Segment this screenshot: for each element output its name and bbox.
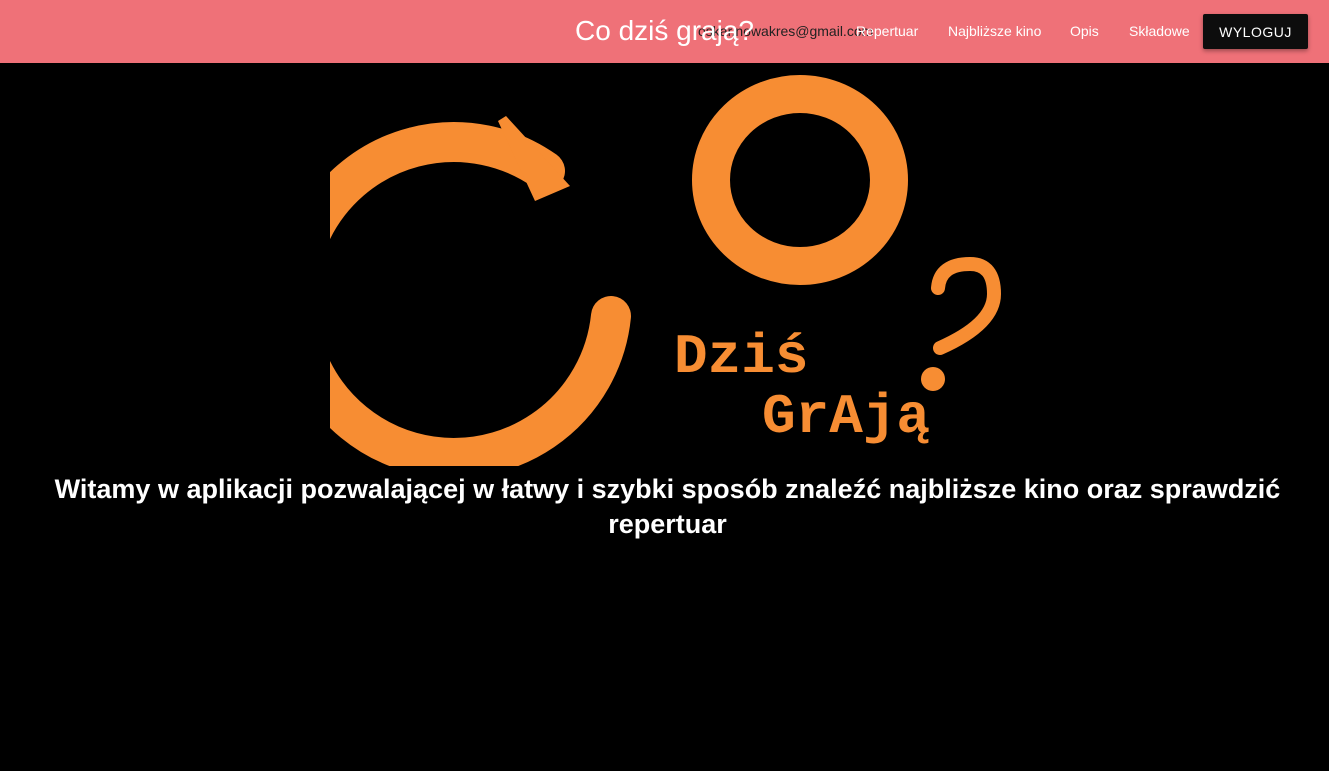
logo-wordmark-line1: Dziś <box>674 325 808 389</box>
nav-link-skladowe[interactable]: Składowe <box>1129 22 1190 40</box>
app-logo: Dziś GrAją <box>330 75 1002 466</box>
logout-button[interactable]: WYLOGUJ <box>1203 14 1308 49</box>
logo-wordmark-line2: GrAją <box>762 385 930 449</box>
logo-c-arc <box>330 122 631 466</box>
nav-link-opis[interactable]: Opis <box>1070 22 1099 40</box>
nav-link-najblizsze-kino[interactable]: Najbliższe kino <box>948 22 1041 40</box>
welcome-heading: Witamy w aplikacji pozwalającej w łatwy … <box>54 474 1281 539</box>
top-navbar: oskar.nowakres@gmail.com Co dziś grają? … <box>0 0 1329 63</box>
logo-question-mark <box>931 256 1002 355</box>
nav-link-repertuar[interactable]: Repertuar <box>856 22 918 40</box>
logo-o-ring <box>692 75 908 285</box>
